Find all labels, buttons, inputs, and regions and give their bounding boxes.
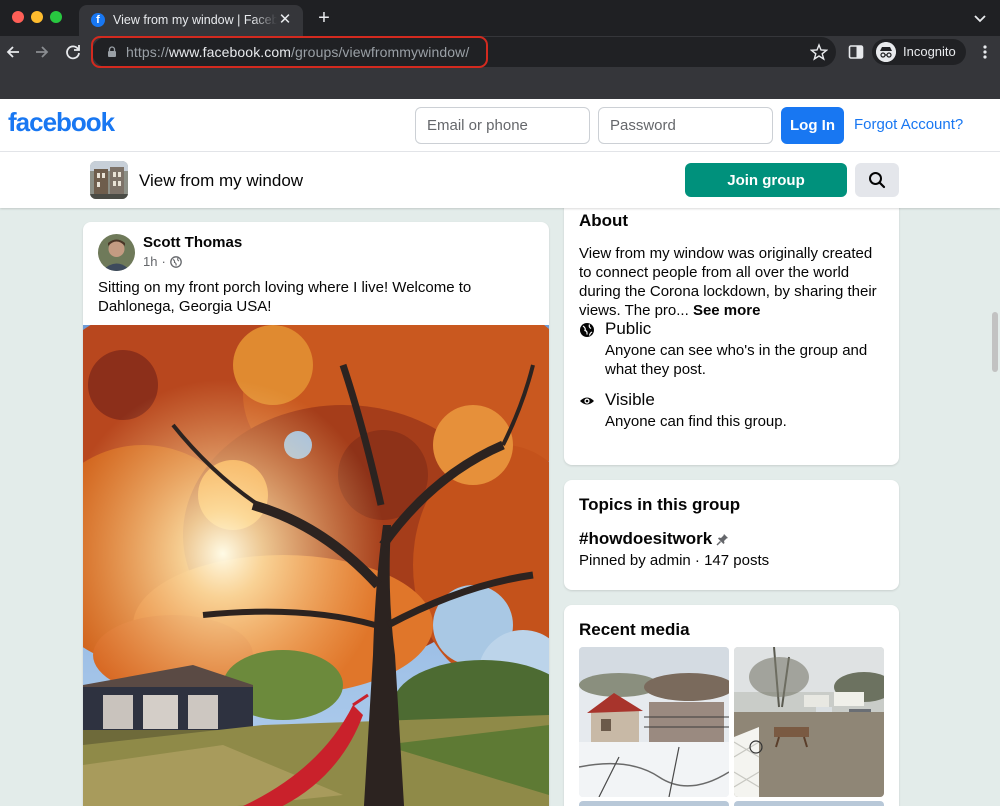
page-scrollbar[interactable] [992, 312, 998, 372]
post-timestamp[interactable]: 1h [143, 254, 157, 270]
topics-card: Topics in this group #howdoesitwork Pinn… [564, 480, 899, 590]
post-text: Sitting on my front porch loving where I… [98, 279, 472, 315]
tab-close-icon[interactable]: ✕ [276, 11, 294, 29]
back-arrow-icon[interactable] [2, 41, 24, 63]
facebook-header: facebook Log In Forgot Account? [0, 99, 1000, 152]
recent-media-card: Recent media [564, 605, 899, 806]
avatar[interactable] [98, 234, 135, 271]
globe-icon [580, 323, 594, 337]
recent-media-title: Recent media [579, 620, 690, 639]
group-search-button[interactable] [855, 163, 899, 197]
about-description: View from my window was originally creat… [579, 245, 877, 319]
browser-tab[interactable]: f View from my window | Facebook ✕ [79, 5, 303, 36]
tab-title: View from my window | Facebook [113, 13, 277, 27]
post-meta: 1h · [143, 254, 182, 270]
url-text[interactable]: https://www.facebook.com/groups/viewfrom… [126, 43, 469, 61]
media-thumbnail-4[interactable] [734, 801, 884, 806]
join-group-button[interactable]: Join group [685, 163, 847, 197]
topic-hashtag[interactable]: #howdoesitwork [579, 529, 729, 549]
media-thumbnail-rv-park[interactable] [734, 647, 884, 797]
address-bar[interactable]: https://www.facebook.com/groups/viewfrom… [92, 37, 836, 67]
email-field[interactable] [415, 107, 590, 144]
meta-separator: · [161, 254, 166, 269]
eye-icon [580, 397, 594, 405]
incognito-profile-button[interactable]: Incognito [872, 39, 966, 65]
topic-meta: Pinned by admin · 147 posts [579, 552, 770, 569]
privacy-public-title: Public [605, 319, 652, 338]
media-thumbnail-3[interactable] [579, 801, 729, 806]
group-cover-thumbnail[interactable] [90, 161, 128, 199]
bookmarks-bar-area [0, 69, 1000, 99]
search-icon [869, 172, 886, 189]
browser-menu-kebab-icon[interactable] [977, 44, 993, 60]
tab-search-chevron-icon[interactable] [972, 10, 988, 26]
bookmark-star-icon[interactable] [810, 43, 828, 61]
password-field[interactable] [598, 107, 773, 144]
privacy-visible-desc: Anyone can find this group. [605, 413, 787, 430]
privacy-public-desc: Anyone can see who's in the group and wh… [605, 342, 868, 378]
group-header-bar: View from my window Join group [0, 152, 1000, 208]
new-tab-plus-icon[interactable]: + [313, 7, 335, 29]
incognito-label: Incognito [903, 44, 956, 59]
post-author-name[interactable]: Scott Thomas [143, 234, 242, 252]
post-photo-autumn-tree[interactable] [83, 325, 549, 806]
group-name[interactable]: View from my window [139, 171, 303, 191]
pin-icon [716, 533, 729, 545]
window-zoom-button[interactable] [50, 11, 62, 23]
incognito-icon [876, 42, 896, 62]
reload-icon[interactable] [62, 41, 84, 63]
facebook-favicon-icon: f [91, 13, 105, 27]
login-button[interactable]: Log In [781, 107, 844, 144]
browser-toolbar: https://www.facebook.com/groups/viewfrom… [0, 36, 1000, 69]
topics-title: Topics in this group [579, 495, 741, 514]
public-globe-icon [169, 256, 182, 268]
window-minimize-button[interactable] [31, 11, 43, 23]
see-more-link[interactable]: See more [693, 302, 761, 319]
about-title: About [579, 211, 629, 230]
media-thumbnail-snow-house[interactable] [579, 647, 729, 797]
side-panel-icon[interactable] [848, 44, 864, 60]
forgot-account-link[interactable]: Forgot Account? [854, 116, 963, 134]
post-card: Scott Thomas 1h · Sitting on my front po… [83, 222, 549, 806]
browser-tab-bar: f View from my window | Facebook ✕ + [0, 0, 1000, 36]
privacy-visible-title: Visible [605, 390, 655, 409]
group-feed: Scott Thomas 1h · Sitting on my front po… [0, 208, 1000, 806]
lock-icon[interactable] [106, 46, 118, 58]
window-close-button[interactable] [12, 11, 24, 23]
facebook-logo[interactable]: facebook [8, 107, 115, 138]
forward-arrow-icon[interactable] [31, 41, 53, 63]
about-card: About View from my window was originally… [564, 208, 899, 465]
